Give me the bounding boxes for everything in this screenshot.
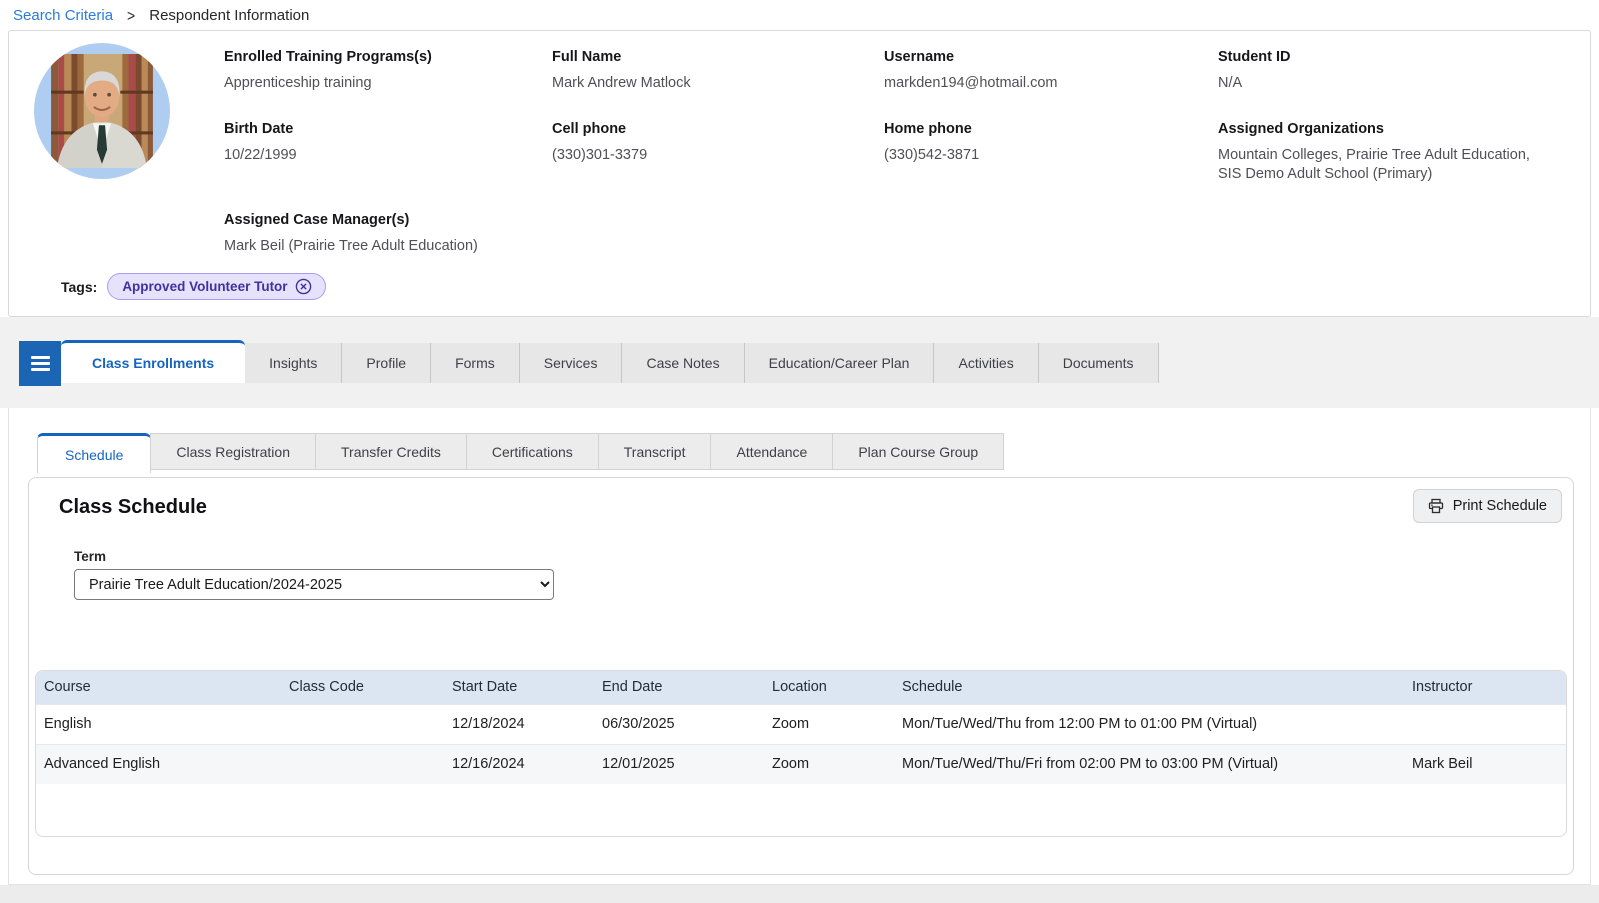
breadcrumb: Search Criteria > Respondent Information xyxy=(0,0,1599,30)
main-tabs: Class Enrollments Insights Profile Forms… xyxy=(19,340,1599,386)
tags-label: Tags: xyxy=(61,278,98,295)
remove-tag-icon[interactable] xyxy=(295,278,312,295)
printer-icon xyxy=(1428,498,1443,514)
col-class-code: Class Code xyxy=(281,671,444,704)
col-start-date: Start Date xyxy=(444,671,594,704)
avatar xyxy=(34,43,170,273)
subtab-plan-course-group[interactable]: Plan Course Group xyxy=(832,433,1005,470)
class-enrollments-panel: Schedule Class Registration Transfer Cre… xyxy=(8,408,1591,885)
menu-icon[interactable] xyxy=(19,341,61,386)
col-course: Course xyxy=(36,671,281,704)
print-schedule-button[interactable]: Print Schedule xyxy=(1412,489,1562,523)
tab-insights[interactable]: Insights xyxy=(245,343,343,383)
subtab-attendance[interactable]: Attendance xyxy=(710,433,834,470)
field-birth-date: Birth Date 10/22/1999 xyxy=(224,120,297,163)
tab-activities[interactable]: Activities xyxy=(934,343,1039,383)
tag-approved-volunteer-tutor: Approved Volunteer Tutor xyxy=(107,273,326,300)
field-student-id: Student ID N/A xyxy=(1218,49,1291,91)
subtab-schedule[interactable]: Schedule xyxy=(37,433,152,473)
subtab-transcript[interactable]: Transcript xyxy=(597,433,712,470)
breadcrumb-separator: > xyxy=(127,5,136,25)
col-schedule: Schedule xyxy=(894,671,1404,704)
field-home-phone: Home phone (330)542-3871 xyxy=(884,120,980,163)
tab-services[interactable]: Services xyxy=(519,343,623,383)
subtab-certifications[interactable]: Certifications xyxy=(465,433,599,470)
col-location: Location xyxy=(764,671,894,704)
subtab-class-registration[interactable]: Class Registration xyxy=(150,433,316,470)
class-schedule-card: Class Schedule Print Schedule Term Prair… xyxy=(28,477,1574,875)
field-case-managers: Assigned Case Manager(s) Mark Beil (Prai… xyxy=(224,211,478,254)
table-header-row: Course Class Code Start Date End Date Lo… xyxy=(36,671,1566,704)
tab-documents[interactable]: Documents xyxy=(1038,343,1159,383)
breadcrumb-current: Respondent Information xyxy=(149,7,310,24)
field-full-name: Full Name Mark Andrew Matlock xyxy=(552,49,691,91)
field-username: Username markden194@hotmail.com xyxy=(884,49,1058,91)
class-schedule-table: Course Class Code Start Date End Date Lo… xyxy=(35,670,1567,837)
page-footer-strip xyxy=(0,885,1599,903)
term-select[interactable]: Prairie Tree Adult Education/2024-2025 xyxy=(74,569,554,600)
subtab-transfer-credits[interactable]: Transfer Credits xyxy=(315,433,467,470)
table-row: English 12/18/2024 06/30/2025 Zoom Mon/T… xyxy=(36,703,1566,744)
tab-class-enrollments[interactable]: Class Enrollments xyxy=(61,340,246,383)
respondent-header-card: Enrolled Training Programs(s) Apprentice… xyxy=(8,30,1591,317)
breadcrumb-link-search-criteria[interactable]: Search Criteria xyxy=(13,7,113,24)
sub-tabs: Schedule Class Registration Transfer Cre… xyxy=(37,433,1590,477)
field-enrolled-programs: Enrolled Training Programs(s) Apprentice… xyxy=(224,49,432,91)
table-row: Advanced English 12/16/2024 12/01/2025 Z… xyxy=(36,743,1566,784)
tab-strip-band: Class Enrollments Insights Profile Forms… xyxy=(0,317,1599,408)
col-end-date: End Date xyxy=(594,671,764,704)
page-title: Class Schedule xyxy=(59,496,207,518)
tab-profile[interactable]: Profile xyxy=(342,343,432,383)
tab-forms[interactable]: Forms xyxy=(431,343,520,383)
tag-label: Approved Volunteer Tutor xyxy=(122,279,288,294)
tab-education-career-plan[interactable]: Education/Career Plan xyxy=(744,343,935,383)
field-cell-phone: Cell phone (330)301-3379 xyxy=(552,120,648,163)
term-label: Term xyxy=(74,549,107,564)
tab-case-notes[interactable]: Case Notes xyxy=(622,343,745,383)
field-assigned-organizations: Assigned Organizations Mountain Colleges… xyxy=(1218,120,1530,183)
profile-fields: Enrolled Training Programs(s) Apprentice… xyxy=(224,49,1570,273)
tags-row: Tags: Approved Volunteer Tutor xyxy=(61,273,1590,300)
col-instructor: Instructor xyxy=(1404,671,1566,704)
